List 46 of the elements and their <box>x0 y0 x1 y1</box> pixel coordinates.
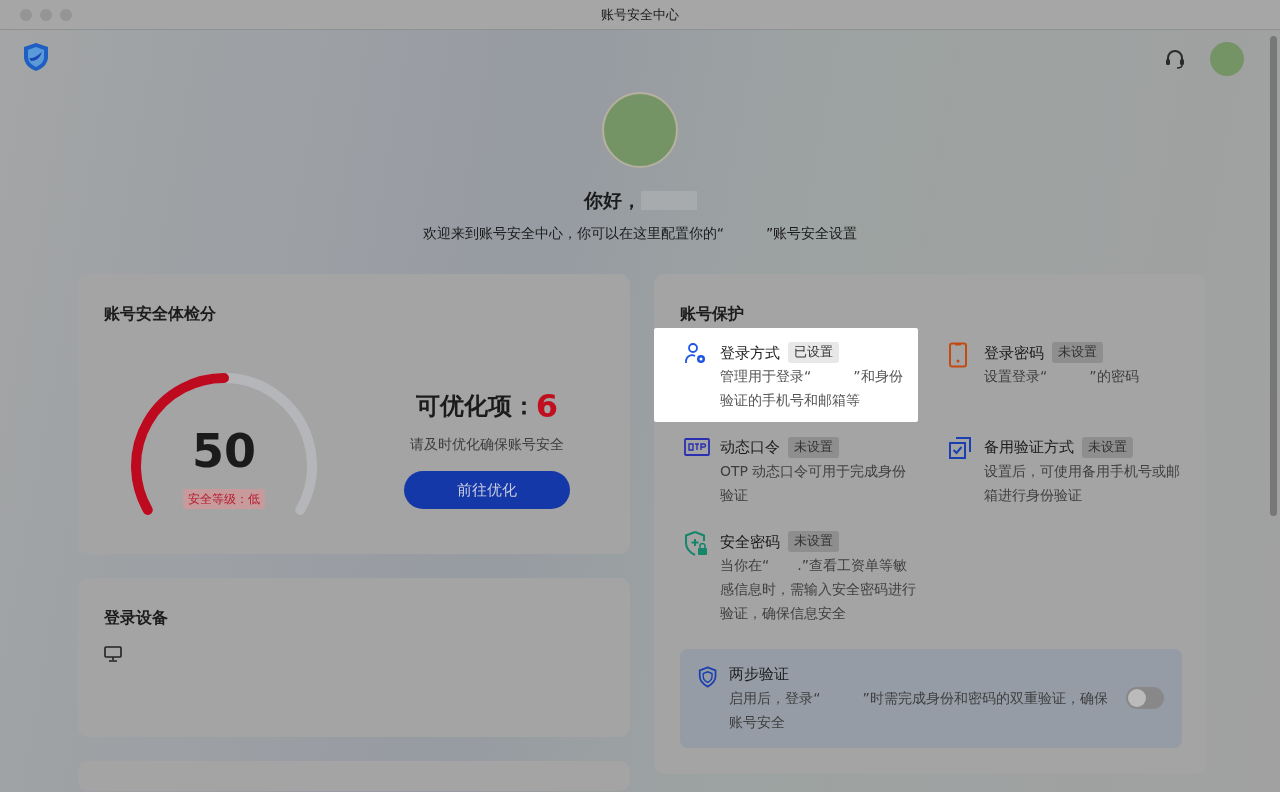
window-title: 账号安全中心 <box>601 5 679 24</box>
optimizable-count: 6 <box>535 386 559 427</box>
protection-item[interactable]: 登录密码 未设置 设置登录“ ”的密码 <box>918 327 1182 422</box>
welcome-text: 欢迎来到账号安全中心，你可以在这里配置你的“ ”账号安全设置 <box>422 223 858 243</box>
greeting-text: 你好， <box>583 188 641 213</box>
score-value: 50 <box>191 427 257 474</box>
item-description: 设置登录“ ”的密码 <box>984 367 1140 386</box>
optimizable-label: 可优化项： <box>415 391 536 422</box>
monitor-icon <box>104 645 122 662</box>
item-description: 当你在“ .”查看工资单等敏感信息时，需输入安全密码进行验证，确保信息安全 <box>720 556 916 623</box>
protection-item[interactable]: 动态口令 未设置 OTP 动态口令可用于完成身份验证 <box>654 422 918 517</box>
highlighted-protection-item[interactable]: 登录方式 已设置 管理用于登录“ ”和身份验证的手机号和邮箱等 <box>654 327 918 422</box>
security-level-label: 安全等级：低 <box>183 488 265 509</box>
protection-item[interactable]: 备用验证方式 未设置 设置后，可使用备用手机号或邮箱进行身份验证 <box>918 422 1182 517</box>
user-avatar[interactable] <box>1210 42 1244 76</box>
card-title: 账号安全体检分 <box>104 302 217 325</box>
card-title: 账号保护 <box>679 302 745 325</box>
shield-icon <box>698 665 718 689</box>
item-title: 动态口令 <box>720 437 780 458</box>
two-step-description: 启用后，登录“ ”时需完成身份和密码的双重验证，确保账号安全 <box>729 688 1109 732</box>
status-tag: 已设置 <box>788 342 839 364</box>
phone-icon <box>948 341 968 368</box>
scrollbar[interactable] <box>1270 36 1277 516</box>
two-step-title: 两步验证 <box>729 664 791 685</box>
status-tag: 未设置 <box>788 436 839 458</box>
item-title: 登录方式 <box>720 342 780 364</box>
item-description: 设置后，可使用备用手机号或邮箱进行身份验证 <box>984 461 1180 505</box>
user-gear-icon <box>684 341 708 366</box>
checked-squares-icon <box>948 436 972 460</box>
two-step-toggle[interactable] <box>1125 687 1164 710</box>
item-description: OTP 动态口令可用于完成身份验证 <box>720 461 908 505</box>
optimize-button[interactable]: 前往优化 <box>404 471 570 509</box>
status-tag: 未设置 <box>788 531 839 553</box>
shield-lock-icon <box>684 530 708 557</box>
otp-icon <box>684 438 710 456</box>
status-tag: 未设置 <box>1052 342 1103 364</box>
item-description: 管理用于登录“ ”和身份验证的手机号和邮箱等 <box>720 367 904 410</box>
item-title: 登录密码 <box>984 342 1044 364</box>
item-title: 安全密码 <box>720 531 780 553</box>
protection-item[interactable]: 安全密码 未设置 当你在“ .”查看工资单等敏感信息时，需输入安全密码进行验证，确保信息安全 <box>654 516 918 635</box>
headset-icon[interactable] <box>1164 48 1186 70</box>
hint-text: 请及时优化确保账号安全 <box>410 435 564 454</box>
status-tag: 未设置 <box>1082 436 1133 458</box>
shield-logo-icon <box>22 42 50 72</box>
card-title: 登录设备 <box>104 606 169 629</box>
item-title: 备用验证方式 <box>984 437 1074 458</box>
